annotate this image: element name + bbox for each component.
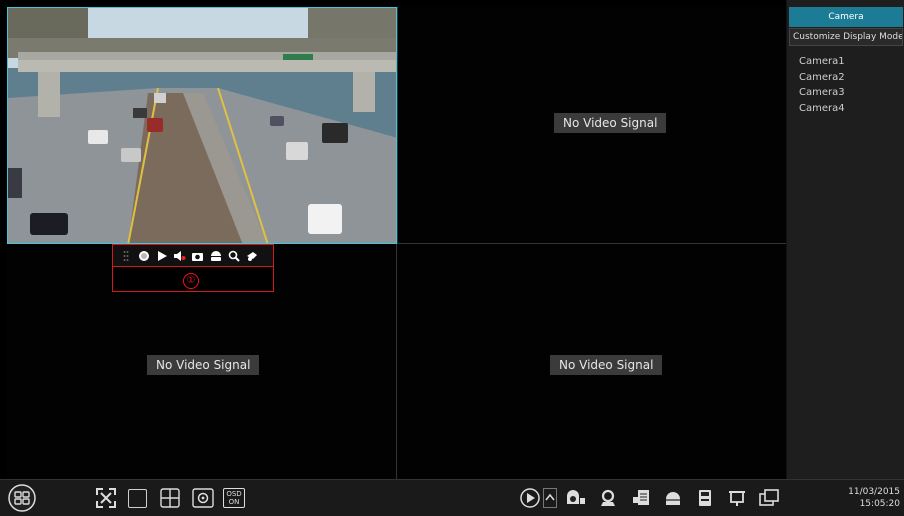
callout-marker: ① — [183, 273, 199, 289]
drag-handle-icon[interactable] — [119, 249, 132, 262]
camera-feed-image — [8, 8, 396, 243]
single-screen-icon[interactable] — [128, 488, 147, 508]
camera-tile-2[interactable]: No Video Signal — [397, 7, 786, 244]
clock-time: 15:05:20 — [859, 499, 900, 509]
quad-screen-icon[interactable] — [160, 488, 180, 508]
camera-list-item[interactable]: Camera4 — [799, 101, 845, 117]
clock-date: 11/03/2015 — [848, 487, 900, 497]
no-video-signal-label: No Video Signal — [147, 355, 260, 375]
zoom-icon[interactable] — [227, 249, 240, 262]
network-icon[interactable] — [726, 488, 748, 508]
video-grid: No Video Signal No Video Signal No Video… — [7, 7, 786, 479]
camera-list: Camera1 Camera2 Camera3 Camera4 — [799, 54, 845, 116]
camera-quick-toolbar: ① — [112, 244, 274, 292]
info-icon[interactable] — [758, 488, 780, 508]
system-clock: 11/03/2015 15:05:20 — [848, 486, 900, 510]
playback-icon[interactable] — [155, 249, 168, 262]
record-icon[interactable] — [137, 249, 150, 262]
playback-icon[interactable] — [520, 488, 540, 508]
camera-panel-header[interactable]: Camera — [789, 7, 903, 27]
record-status-icon[interactable] — [565, 488, 587, 508]
backup-icon[interactable] — [694, 488, 716, 508]
camera-tile-4[interactable]: No Video Signal — [397, 244, 786, 479]
start-menu-icon[interactable] — [7, 484, 37, 512]
customize-display-modes-tab[interactable]: Customize Display Modes — [789, 28, 903, 46]
osd-toggle-button[interactable]: OSD ON — [223, 488, 245, 508]
ptz-icon[interactable] — [209, 249, 222, 262]
snapshot-icon[interactable] — [191, 249, 204, 262]
no-video-signal-label: No Video Signal — [554, 113, 667, 133]
expand-up-icon[interactable] — [543, 488, 557, 508]
alarm-icon[interactable] — [597, 488, 619, 508]
dome-icon[interactable] — [245, 249, 258, 262]
manual-alarm-icon[interactable] — [630, 488, 652, 508]
sequence-icon[interactable] — [192, 488, 214, 508]
bottom-toolbar: OSD ON 11/03/2015 15:05:20 — [0, 479, 904, 516]
no-video-signal-label: No Video Signal — [550, 355, 663, 375]
disk-icon[interactable] — [662, 488, 684, 508]
osd-label: OSD — [226, 490, 242, 498]
osd-state-label: ON — [228, 498, 240, 506]
mute-icon[interactable] — [173, 249, 186, 262]
camera-tile-1[interactable] — [7, 7, 397, 244]
fullscreen-icon[interactable] — [96, 488, 116, 508]
camera-list-item[interactable]: Camera2 — [799, 70, 845, 86]
camera-list-item[interactable]: Camera1 — [799, 54, 845, 70]
camera-list-item[interactable]: Camera3 — [799, 85, 845, 101]
camera-side-panel: Camera Customize Display Modes Camera1 C… — [786, 0, 904, 479]
